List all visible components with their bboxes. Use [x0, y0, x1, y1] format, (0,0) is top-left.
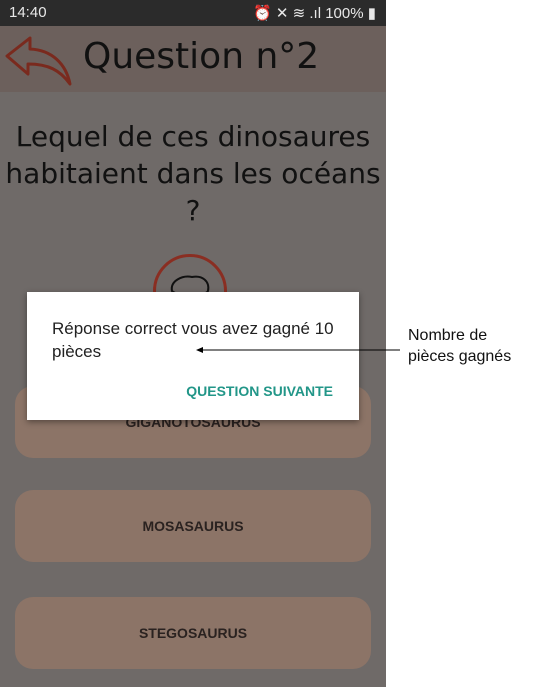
annotation-label: Nombre de pièces gagnés — [408, 327, 512, 365]
